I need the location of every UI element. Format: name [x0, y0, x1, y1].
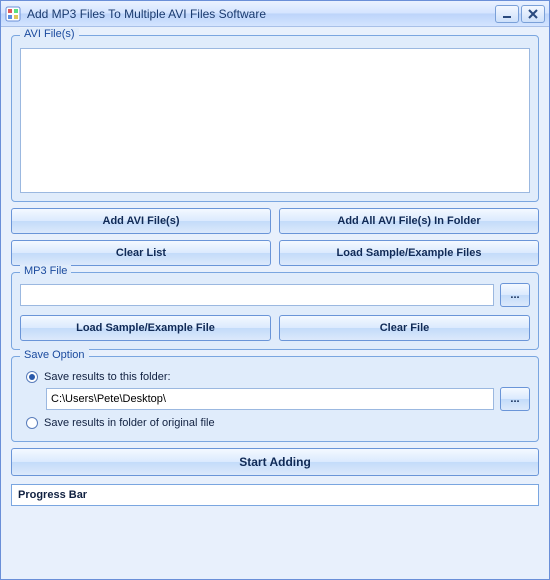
radio-save-folder[interactable]: [26, 371, 38, 383]
save-folder-row: ...: [46, 387, 530, 411]
progress-bar: Progress Bar: [11, 484, 539, 506]
titlebar: Add MP3 Files To Multiple AVI Files Soft…: [1, 1, 549, 27]
save-group: Save Option Save results to this folder:…: [11, 356, 539, 442]
mp3-button-row: Load Sample/Example File Clear File: [20, 315, 530, 341]
clear-file-button[interactable]: Clear File: [279, 315, 530, 341]
avi-button-row-2: Clear List Load Sample/Example Files: [11, 240, 539, 266]
progress-label: Progress Bar: [18, 489, 87, 501]
start-adding-button[interactable]: Start Adding: [11, 448, 539, 476]
save-original-option[interactable]: Save results in folder of original file: [26, 417, 524, 429]
avi-button-row-1: Add AVI File(s) Add All AVI File(s) In F…: [11, 208, 539, 234]
app-icon: [5, 6, 21, 22]
avi-legend: AVI File(s): [20, 28, 79, 40]
save-browse-button[interactable]: ...: [500, 387, 530, 411]
app-window: Add MP3 Files To Multiple AVI Files Soft…: [0, 0, 550, 580]
clear-list-button[interactable]: Clear List: [11, 240, 271, 266]
window-buttons: [495, 5, 545, 23]
window-title: Add MP3 Files To Multiple AVI Files Soft…: [27, 7, 495, 21]
mp3-legend: MP3 File: [20, 265, 71, 277]
close-button[interactable]: [521, 5, 545, 23]
avi-group: AVI File(s): [11, 35, 539, 202]
avi-file-list[interactable]: [20, 48, 530, 193]
minimize-icon: [502, 9, 512, 19]
mp3-input-row: ...: [20, 283, 530, 307]
mp3-path-input[interactable]: [20, 284, 494, 306]
mp3-group: MP3 File ... Load Sample/Example File Cl…: [11, 272, 539, 350]
load-sample-files-button[interactable]: Load Sample/Example Files: [279, 240, 539, 266]
save-folder-label: Save results to this folder:: [44, 371, 171, 383]
save-legend: Save Option: [20, 349, 89, 361]
mp3-browse-button[interactable]: ...: [500, 283, 530, 307]
load-sample-file-button[interactable]: Load Sample/Example File: [20, 315, 271, 341]
save-folder-input[interactable]: [46, 388, 494, 410]
add-all-avi-button[interactable]: Add All AVI File(s) In Folder: [279, 208, 539, 234]
close-icon: [528, 9, 538, 19]
radio-save-original[interactable]: [26, 417, 38, 429]
minimize-button[interactable]: [495, 5, 519, 23]
save-to-folder-option[interactable]: Save results to this folder:: [26, 371, 524, 383]
content-area: AVI File(s) Add AVI File(s) Add All AVI …: [1, 27, 549, 579]
add-avi-button[interactable]: Add AVI File(s): [11, 208, 271, 234]
save-original-label: Save results in folder of original file: [44, 417, 215, 429]
